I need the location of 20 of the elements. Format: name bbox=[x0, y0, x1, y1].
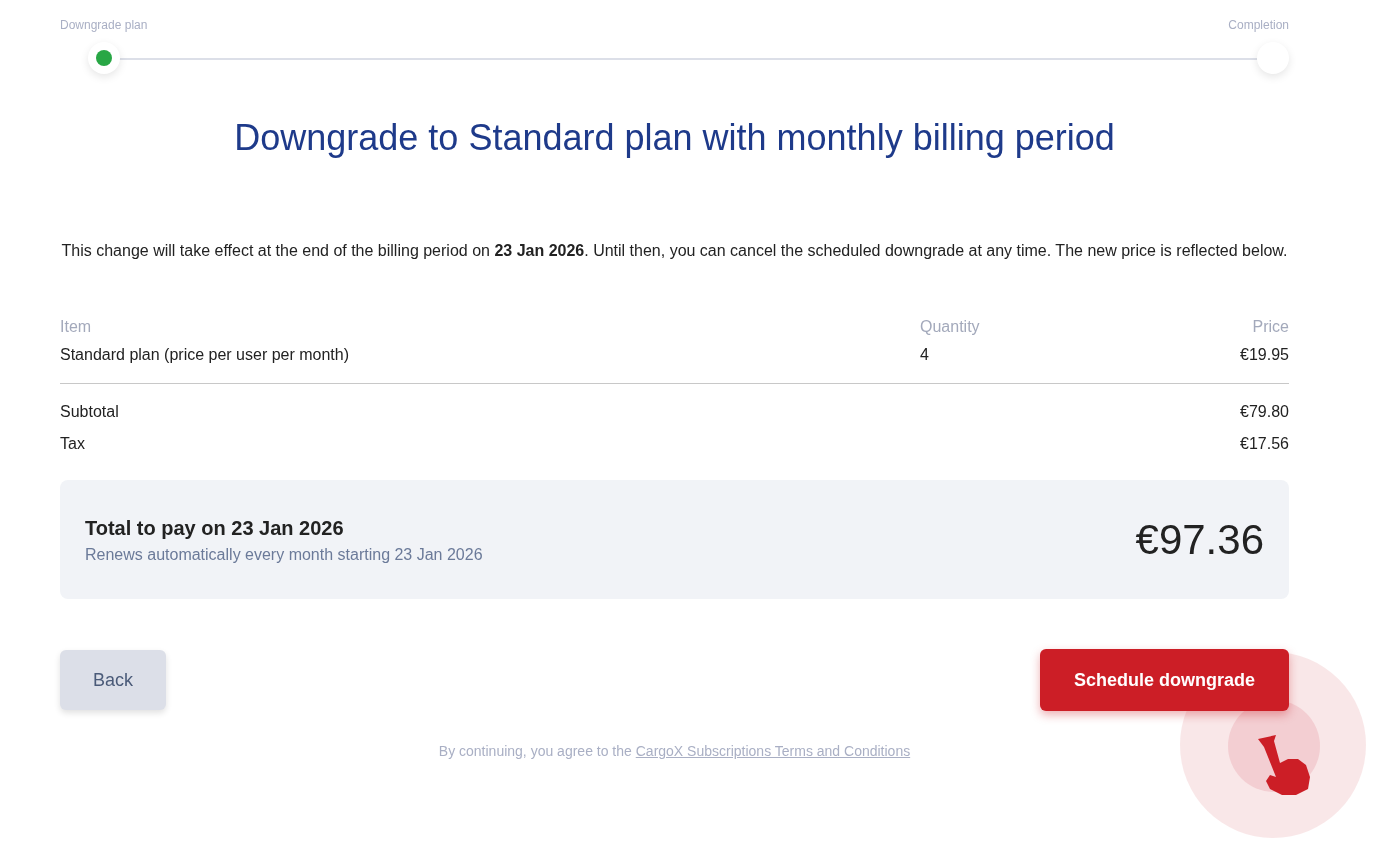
table-cell-text: 4 bbox=[920, 345, 930, 366]
summary-label: Tax bbox=[60, 434, 85, 455]
column-header: Item bbox=[60, 317, 93, 338]
summary-value: €17.56 bbox=[1240, 434, 1289, 455]
back-button[interactable]: Back bbox=[60, 650, 166, 711]
step-label: Downgrade plan bbox=[60, 17, 148, 34]
agreement-text: By continuing, you agree to the CargoX Subscriptions Terms and Conditions bbox=[437, 742, 912, 762]
total-title: Total to pay on 23 Jan 2026 bbox=[85, 515, 345, 541]
total-amount: €97.36 bbox=[1135, 515, 1264, 566]
table-cell-text: €19.95 bbox=[1239, 345, 1289, 366]
description-text: This change will take effect at the end of the billing period on 23 Jan 2026. Until then, you can cancel the scheduled downgrade at any time. The new price is reflected below. bbox=[60, 241, 1289, 262]
step-label: Completion bbox=[1228, 17, 1289, 34]
table-cell-text: Standard plan (price per user per month) bbox=[60, 345, 351, 366]
column-header: Price bbox=[1251, 317, 1289, 338]
summary-label: Subtotal bbox=[60, 402, 119, 423]
summary-value: €79.80 bbox=[1240, 402, 1289, 423]
page-title: Downgrade to Standard plan with monthly billing period bbox=[233, 116, 1116, 160]
renewal-note: Renews automatically every month starting 23 Jan 2026 bbox=[85, 544, 483, 565]
column-header: Quantity bbox=[920, 317, 981, 338]
schedule-downgrade-button[interactable]: Schedule downgrade bbox=[1040, 649, 1289, 712]
